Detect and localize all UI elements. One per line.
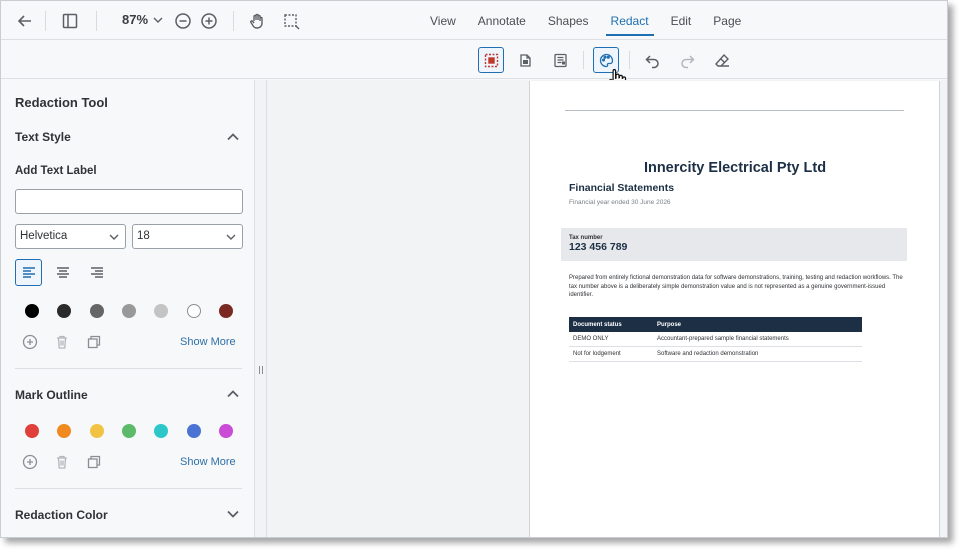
tab-annotate[interactable]: Annotate xyxy=(467,1,537,40)
page-header-rule xyxy=(565,110,904,111)
eraser-icon[interactable] xyxy=(709,47,735,73)
document-date[interactable]: Financial year ended 30 June 2026 xyxy=(569,199,671,206)
chevron-up-icon[interactable] xyxy=(225,129,241,145)
section-divider xyxy=(15,488,242,489)
zoom-level[interactable]: 87% xyxy=(122,12,148,27)
color-swatch[interactable] xyxy=(122,304,136,318)
mark-outline-heading[interactable]: Mark Outline xyxy=(15,388,88,402)
outline-color-swatch[interactable] xyxy=(219,424,233,438)
outline-color-swatch[interactable] xyxy=(154,424,168,438)
font-size-value: 18 xyxy=(137,230,150,242)
align-right-icon[interactable] xyxy=(83,259,110,286)
document-paragraph[interactable]: Prepared from entirely fictional demonst… xyxy=(569,274,909,300)
toolbar-divider xyxy=(583,51,584,69)
tax-number-value[interactable]: 123 456 789 xyxy=(569,241,627,253)
tab-edit[interactable]: Edit xyxy=(660,1,703,40)
drag-grip-icon[interactable] xyxy=(258,365,264,375)
tab-view[interactable]: View xyxy=(419,1,467,40)
redact-text-icon[interactable] xyxy=(547,47,573,73)
text-label-input[interactable] xyxy=(15,189,243,214)
toolbar-divider xyxy=(233,11,234,31)
add-color-icon[interactable] xyxy=(22,334,38,350)
redact-toolbar xyxy=(1,40,947,79)
color-swatch[interactable] xyxy=(90,304,104,318)
back-arrow-icon[interactable] xyxy=(13,9,37,33)
text-style-heading[interactable]: Text Style xyxy=(15,130,71,144)
chevron-down-icon[interactable] xyxy=(151,12,165,28)
table-cell: DEMO ONLY xyxy=(573,336,609,342)
document-page[interactable]: Innercity Electrical Pty Ltd Financial S… xyxy=(529,81,940,537)
table-row[interactable]: DEMO ONLY Accountant-prepared sample fin… xyxy=(569,332,862,347)
text-style-show-more-link[interactable]: Show More xyxy=(180,336,236,348)
trash-icon[interactable] xyxy=(54,454,70,470)
outline-color-swatch[interactable] xyxy=(90,424,104,438)
redaction-color-heading[interactable]: Redaction Color xyxy=(15,508,108,522)
document-company-name[interactable]: Innercity Electrical Pty Ltd xyxy=(530,160,940,176)
chevron-down-icon xyxy=(109,234,119,240)
copy-icon[interactable] xyxy=(86,454,102,470)
color-swatch[interactable] xyxy=(187,304,201,318)
color-swatch[interactable] xyxy=(25,304,39,318)
table-cell: Software and redaction demonstration xyxy=(657,351,759,357)
table-cell: Not for lodgement xyxy=(573,351,621,357)
sidebar-toggle-icon[interactable] xyxy=(58,9,82,33)
marquee-select-icon[interactable] xyxy=(279,9,303,33)
top-toolbar: 87% View Annotate Shapes Redact Edit Pag… xyxy=(1,1,947,40)
redaction-tool-panel: Redaction Tool Text Style Add Text Label… xyxy=(1,80,255,537)
pan-hand-icon[interactable] xyxy=(245,9,269,33)
chevron-up-icon[interactable] xyxy=(225,386,241,402)
panel-resize-handle[interactable] xyxy=(255,80,267,537)
zoom-out-icon[interactable] xyxy=(171,9,195,33)
document-subtitle[interactable]: Financial Statements xyxy=(569,182,674,194)
font-size-select[interactable]: 18 xyxy=(132,224,243,249)
tab-redact[interactable]: Redact xyxy=(600,1,660,40)
toolbar-divider xyxy=(629,51,630,69)
add-color-icon[interactable] xyxy=(22,454,38,470)
panel-title: Redaction Tool xyxy=(15,95,108,110)
section-divider xyxy=(15,368,242,369)
undo-icon[interactable] xyxy=(639,47,665,73)
font-select[interactable]: Helvetica xyxy=(15,224,126,249)
toolbar-divider xyxy=(96,11,97,31)
copy-icon[interactable] xyxy=(86,334,102,350)
trash-icon[interactable] xyxy=(54,334,70,350)
redact-pages-icon[interactable] xyxy=(512,47,538,73)
outline-color-swatch[interactable] xyxy=(25,424,39,438)
add-text-label-heading: Add Text Label xyxy=(15,165,97,177)
mode-tabs: View Annotate Shapes Redact Edit Page xyxy=(419,1,752,40)
chevron-down-icon xyxy=(226,234,236,240)
document-table[interactable]: Document status Purpose DEMO ONLY Accoun… xyxy=(569,317,862,362)
align-left-icon[interactable] xyxy=(15,259,42,286)
color-swatch[interactable] xyxy=(219,304,233,318)
table-header-cell: Document status xyxy=(573,321,622,328)
color-swatch[interactable] xyxy=(57,304,71,318)
table-header-row: Document status Purpose xyxy=(569,317,862,332)
app-window: 87% View Annotate Shapes Redact Edit Pag… xyxy=(0,0,948,538)
outline-color-swatch[interactable] xyxy=(122,424,136,438)
mark-outline-show-more-link[interactable]: Show More xyxy=(180,456,236,468)
outline-color-swatch[interactable] xyxy=(57,424,71,438)
font-select-value: Helvetica xyxy=(20,230,68,242)
table-row[interactable]: Not for lodgement Software and redaction… xyxy=(569,347,862,362)
table-header-cell: Purpose xyxy=(657,321,682,328)
outline-color-swatch[interactable] xyxy=(187,424,201,438)
tab-shapes[interactable]: Shapes xyxy=(537,1,600,40)
chevron-down-icon[interactable] xyxy=(225,506,241,522)
redact-area-icon[interactable] xyxy=(478,47,504,73)
zoom-in-icon[interactable] xyxy=(197,9,221,33)
align-center-icon[interactable] xyxy=(49,259,76,286)
redo-icon[interactable] xyxy=(674,47,700,73)
color-swatch[interactable] xyxy=(154,304,168,318)
tab-page[interactable]: Page xyxy=(702,1,752,40)
toolbar-divider xyxy=(45,11,46,31)
tax-number-box[interactable]: Tax number 123 456 789 xyxy=(561,228,907,261)
table-cell: Accountant-prepared sample financial sta… xyxy=(657,336,789,342)
